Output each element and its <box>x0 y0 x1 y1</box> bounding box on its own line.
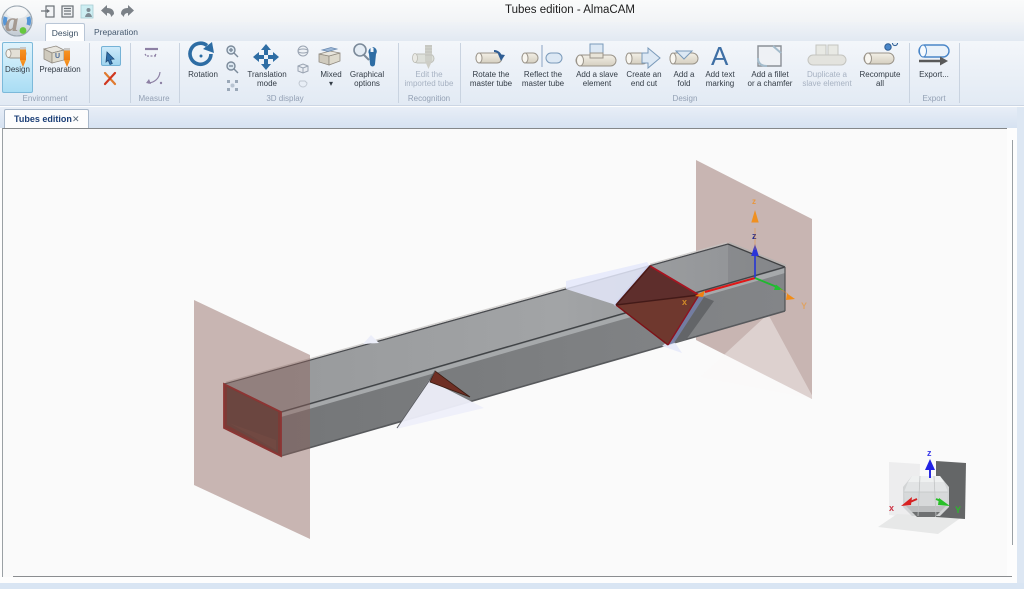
svg-text:a: a <box>5 7 19 37</box>
svg-text:A: A <box>711 43 729 71</box>
